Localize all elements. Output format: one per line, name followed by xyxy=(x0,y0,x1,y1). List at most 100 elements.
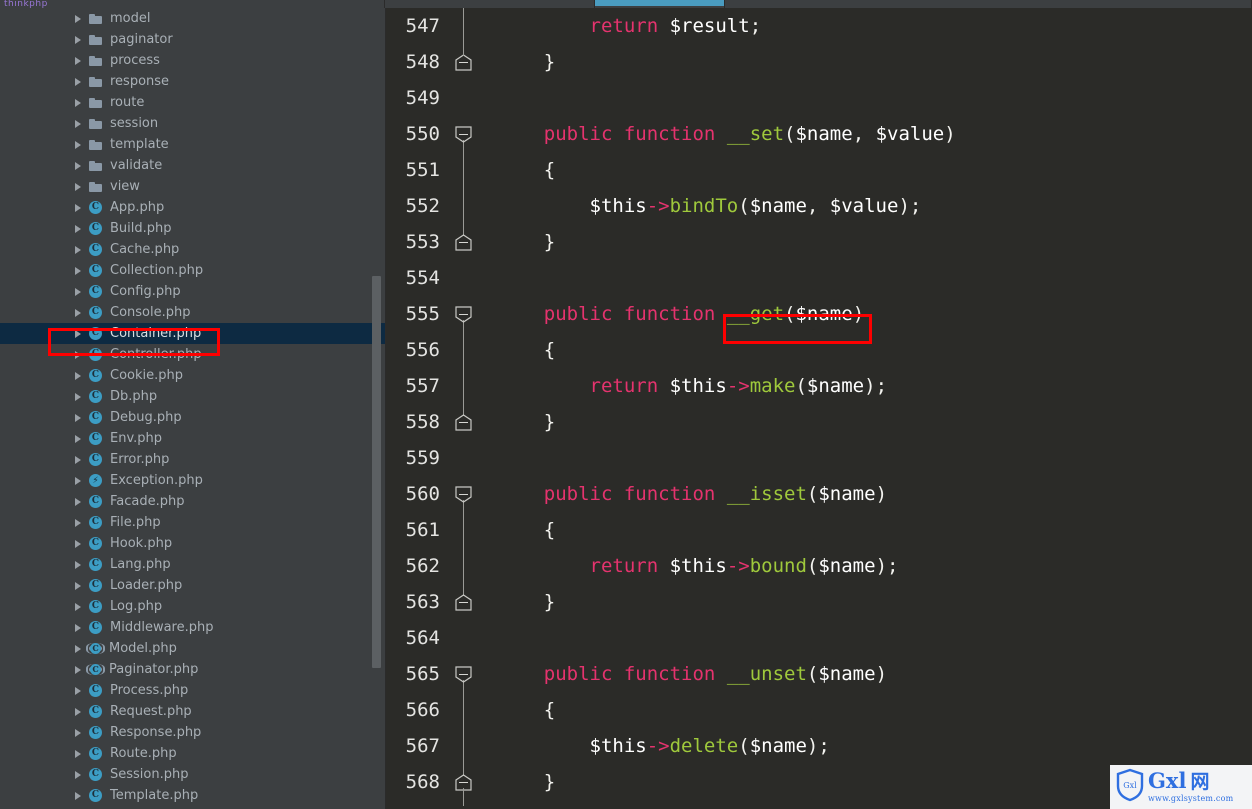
code-line-549[interactable]: 549 xyxy=(386,80,1252,116)
tree-item-process[interactable]: process xyxy=(0,50,385,71)
chevron-right-icon[interactable] xyxy=(72,306,85,319)
tree-item-route[interactable]: route xyxy=(0,92,385,113)
code-line-557[interactable]: 557 return $this->make($name); xyxy=(386,368,1252,404)
fold-gutter-cell[interactable] xyxy=(446,548,482,584)
code-line-561[interactable]: 561 { xyxy=(386,512,1252,548)
chevron-right-icon[interactable] xyxy=(72,726,85,739)
fold-gutter-cell[interactable] xyxy=(446,764,482,800)
tree-item-loader-php[interactable]: Loader.php xyxy=(0,575,385,596)
tree-item-session-php[interactable]: Session.php xyxy=(0,764,385,785)
tree-item-response[interactable]: response xyxy=(0,71,385,92)
code-line-547[interactable]: 547 return $result; xyxy=(386,8,1252,44)
chevron-right-icon[interactable] xyxy=(72,264,85,277)
code-line-556[interactable]: 556 { xyxy=(386,332,1252,368)
chevron-right-icon[interactable] xyxy=(72,705,85,718)
code-line-559[interactable]: 559 xyxy=(386,440,1252,476)
chevron-right-icon[interactable] xyxy=(72,12,85,25)
chevron-right-icon[interactable] xyxy=(72,54,85,67)
chevron-right-icon[interactable] xyxy=(72,33,85,46)
chevron-right-icon[interactable] xyxy=(72,201,85,214)
tree-item-build-php[interactable]: Build.php xyxy=(0,218,385,239)
chevron-right-icon[interactable] xyxy=(72,642,85,655)
fold-gutter-cell[interactable] xyxy=(446,332,482,368)
code-line-566[interactable]: 566 { xyxy=(386,692,1252,728)
fold-gutter-cell[interactable] xyxy=(446,260,482,296)
tree-item-config-php[interactable]: Config.php xyxy=(0,281,385,302)
fold-gutter-cell[interactable] xyxy=(446,368,482,404)
tree-item-paginator-php[interactable]: Paginator.php xyxy=(0,659,385,680)
tree-item-lang-php[interactable]: Lang.php xyxy=(0,554,385,575)
chevron-right-icon[interactable] xyxy=(72,285,85,298)
tree-item-exception-php[interactable]: Exception.php xyxy=(0,470,385,491)
chevron-right-icon[interactable] xyxy=(72,474,85,487)
tree-item-collection-php[interactable]: Collection.php xyxy=(0,260,385,281)
editor-tab-3[interactable] xyxy=(725,0,1252,8)
chevron-right-icon[interactable] xyxy=(72,621,85,634)
fold-gutter-cell[interactable] xyxy=(446,116,482,152)
chevron-right-icon[interactable] xyxy=(72,453,85,466)
chevron-right-icon[interactable] xyxy=(72,579,85,592)
code-line-548[interactable]: 548 } xyxy=(386,44,1252,80)
tree-item-model-php[interactable]: Model.php xyxy=(0,638,385,659)
code-line-552[interactable]: 552 $this->bindTo($name, $value); xyxy=(386,188,1252,224)
code-line-554[interactable]: 554 xyxy=(386,260,1252,296)
tree-item-middleware-php[interactable]: Middleware.php xyxy=(0,617,385,638)
tree-item-request-php[interactable]: Request.php xyxy=(0,701,385,722)
chevron-right-icon[interactable] xyxy=(72,117,85,130)
chevron-right-icon[interactable] xyxy=(72,369,85,382)
chevron-right-icon[interactable] xyxy=(72,768,85,781)
code-line-563[interactable]: 563 } xyxy=(386,584,1252,620)
tree-item-env-php[interactable]: Env.php xyxy=(0,428,385,449)
fold-gutter-cell[interactable] xyxy=(446,44,482,80)
fold-gutter-cell[interactable] xyxy=(446,80,482,116)
chevron-right-icon[interactable] xyxy=(72,138,85,151)
tree-item-cache-php[interactable]: Cache.php xyxy=(0,239,385,260)
tree-item-controller-php[interactable]: Controller.php xyxy=(0,344,385,365)
tree-item-cookie-php[interactable]: Cookie.php xyxy=(0,365,385,386)
fold-gutter-cell[interactable] xyxy=(446,512,482,548)
fold-gutter-cell[interactable] xyxy=(446,656,482,692)
code-line-550[interactable]: 550 public function __set($name, $value) xyxy=(386,116,1252,152)
tree-item-response-php[interactable]: Response.php xyxy=(0,722,385,743)
fold-gutter-cell[interactable] xyxy=(446,728,482,764)
fold-gutter-cell[interactable] xyxy=(446,404,482,440)
chevron-right-icon[interactable] xyxy=(72,327,85,340)
tree-item-model[interactable]: model xyxy=(0,8,385,29)
tree-item-console-php[interactable]: Console.php xyxy=(0,302,385,323)
code-line-558[interactable]: 558 } xyxy=(386,404,1252,440)
fold-gutter-cell[interactable] xyxy=(446,224,482,260)
tree-item-template[interactable]: template xyxy=(0,134,385,155)
tree-item-template-php[interactable]: Template.php xyxy=(0,785,385,806)
code-line-560[interactable]: 560 public function __isset($name) xyxy=(386,476,1252,512)
fold-gutter-cell[interactable] xyxy=(446,188,482,224)
tree-item-file-php[interactable]: File.php xyxy=(0,512,385,533)
fold-gutter-cell[interactable] xyxy=(446,440,482,476)
tree-item-container-php[interactable]: Container.php xyxy=(0,323,385,344)
chevron-right-icon[interactable] xyxy=(72,600,85,613)
chevron-right-icon[interactable] xyxy=(72,348,85,361)
chevron-right-icon[interactable] xyxy=(72,159,85,172)
fold-gutter-cell[interactable] xyxy=(446,152,482,188)
chevron-right-icon[interactable] xyxy=(72,243,85,256)
fold-gutter-cell[interactable] xyxy=(446,584,482,620)
tree-item-view[interactable]: view xyxy=(0,176,385,197)
tree-item-hook-php[interactable]: Hook.php xyxy=(0,533,385,554)
chevron-right-icon[interactable] xyxy=(72,180,85,193)
sidebar-scrollbar-thumb[interactable] xyxy=(372,276,381,668)
tree-item-session[interactable]: session xyxy=(0,113,385,134)
tree-item-route-php[interactable]: Route.php xyxy=(0,743,385,764)
tree-item-debug-php[interactable]: Debug.php xyxy=(0,407,385,428)
code-line-555[interactable]: 555 public function __get($name) xyxy=(386,296,1252,332)
chevron-right-icon[interactable] xyxy=(72,222,85,235)
code-line-565[interactable]: 565 public function __unset($name) xyxy=(386,656,1252,692)
tree-item-validate[interactable]: validate xyxy=(0,155,385,176)
code-line-567[interactable]: 567 $this->delete($name); xyxy=(386,728,1252,764)
fold-gutter-cell[interactable] xyxy=(446,8,482,44)
chevron-right-icon[interactable] xyxy=(72,684,85,697)
fold-gutter-cell[interactable] xyxy=(446,296,482,332)
chevron-right-icon[interactable] xyxy=(72,411,85,424)
chevron-right-icon[interactable] xyxy=(72,516,85,529)
chevron-right-icon[interactable] xyxy=(72,789,85,802)
project-file-tree[interactable]: model paginator process response route sessio… xyxy=(0,8,385,806)
code-line-553[interactable]: 553 } xyxy=(386,224,1252,260)
